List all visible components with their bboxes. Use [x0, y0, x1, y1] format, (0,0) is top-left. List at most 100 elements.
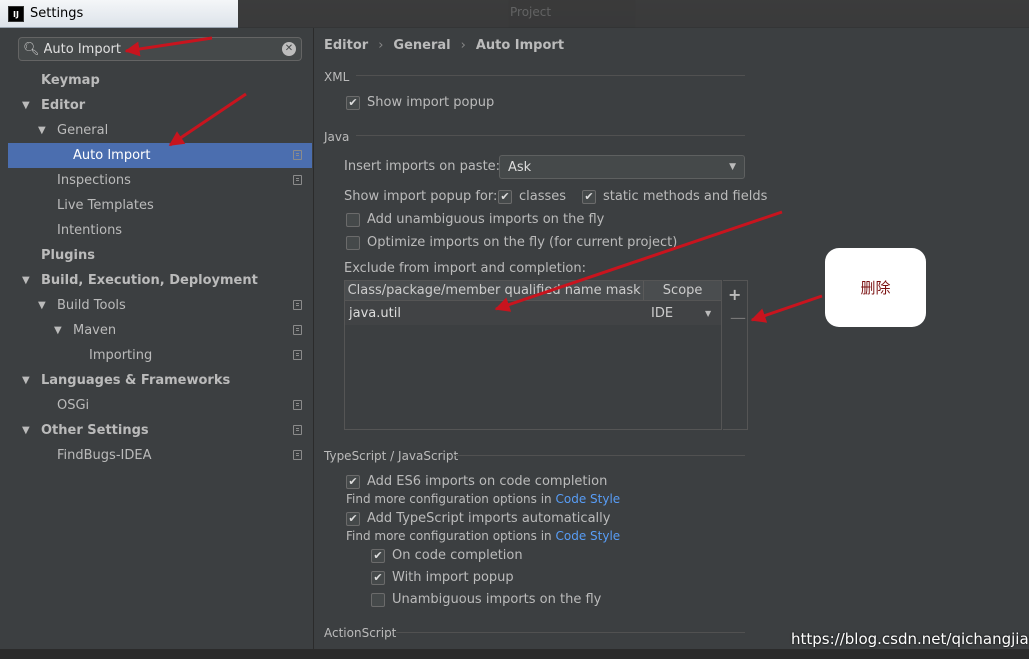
tree-item-label: Maven — [73, 323, 117, 338]
section-xml-title: XML — [324, 70, 350, 84]
checkbox-label: On code completion — [392, 548, 523, 563]
checkbox-checked-icon[interactable]: ✔ — [371, 570, 385, 585]
ts-auto-import-checkbox[interactable]: ✔ Add TypeScript imports automatically — [346, 511, 610, 526]
tree-item-label: FindBugs-IDEA — [57, 448, 152, 463]
tree-item-maven[interactable]: ▼ Maven — [8, 318, 312, 343]
code-style-link[interactable]: Code Style — [556, 492, 621, 506]
scope-dropdown-icon[interactable]: ▼ — [705, 309, 711, 318]
breadcrumb-editor: Editor — [324, 38, 369, 53]
java-unambiguous-checkbox[interactable]: Add unambiguous imports on the fly — [346, 212, 604, 227]
find-more-text: Find more configuration options in — [346, 492, 552, 506]
settings-content: Editor › General › Auto Import XML ✔ Sho… — [313, 28, 1029, 649]
tree-item-label: Languages & Frameworks — [41, 373, 231, 388]
checkbox-checked-icon[interactable]: ✔ — [371, 548, 385, 563]
title-bar: IJ Settings Project — [0, 0, 1029, 28]
breadcrumb-auto-import: Auto Import — [475, 38, 565, 53]
tree-item-languages-frameworks[interactable]: ▼ Languages & Frameworks — [8, 368, 312, 393]
search-icon[interactable]: 🔍︎ — [23, 42, 40, 57]
checkbox-checked-icon[interactable]: ✔ — [582, 189, 596, 204]
xml-show-import-popup[interactable]: ✔ Show import popup — [346, 95, 494, 110]
code-style-link[interactable]: Code Style — [556, 529, 621, 543]
project-settings-icon — [293, 300, 302, 310]
expand-arrow-icon[interactable]: ▼ — [22, 100, 34, 111]
breadcrumb-general: General — [393, 38, 451, 53]
tree-item-label: Plugins — [41, 248, 95, 263]
checkbox-unchecked-icon[interactable] — [371, 592, 385, 607]
table-row[interactable]: java.util IDE ▼ — [345, 301, 721, 325]
checkbox-checked-icon[interactable]: ✔ — [346, 95, 360, 110]
expand-arrow-icon[interactable]: ▼ — [22, 375, 34, 386]
insert-imports-select[interactable]: Ask ▼ — [499, 155, 745, 179]
expand-arrow-icon[interactable]: ▼ — [54, 325, 66, 336]
checkbox-unchecked-icon[interactable] — [346, 212, 360, 227]
find-more-row-1: Find more configuration options in Code … — [346, 492, 620, 506]
java-optimize-checkbox[interactable]: Optimize imports on the fly (for current… — [346, 235, 677, 250]
expand-arrow-icon[interactable]: ▼ — [22, 425, 34, 436]
ts-with-popup-checkbox[interactable]: ✔ With import popup — [371, 570, 514, 585]
ts-on-completion-checkbox[interactable]: ✔ On code completion — [371, 548, 523, 563]
popup-static-checkbox[interactable]: ✔ static methods and fields — [582, 189, 767, 204]
checkbox-label: Add ES6 imports on code completion — [367, 474, 608, 489]
tree-item-osgi[interactable]: OSGi — [8, 393, 312, 418]
tree-item-keymap[interactable]: Keymap — [8, 68, 312, 93]
row-name-cell[interactable]: java.util — [345, 306, 645, 321]
project-settings-icon — [293, 325, 302, 335]
add-icon[interactable]: + — [728, 285, 741, 304]
ts-es6-checkbox[interactable]: ✔ Add ES6 imports on code completion — [346, 474, 607, 489]
ts-unambiguous-checkbox[interactable]: Unambiguous imports on the fly — [371, 592, 601, 607]
tree-item-label: Build Tools — [57, 298, 126, 313]
checkbox-unchecked-icon[interactable] — [346, 235, 360, 250]
tree-item-build-tools[interactable]: ▼ Build Tools — [8, 293, 312, 318]
search-input[interactable] — [39, 41, 282, 57]
clear-search-icon[interactable]: ✕ — [282, 42, 296, 56]
settings-tree: Keymap ▼ Editor ▼ General Auto Import Inspecti… — [8, 68, 312, 468]
checkbox-checked-icon[interactable]: ✔ — [498, 189, 512, 204]
background-window: Project — [238, 0, 1029, 28]
tree-item-importing[interactable]: Importing — [8, 343, 312, 368]
tree-item-inspections[interactable]: Inspections — [8, 168, 312, 193]
tree-item-label: General — [57, 123, 109, 138]
checkbox-checked-icon[interactable]: ✔ — [346, 474, 360, 489]
tree-item-other-settings[interactable]: ▼ Other Settings — [8, 418, 312, 443]
checkbox-label: Add TypeScript imports automatically — [367, 511, 611, 526]
settings-search-box[interactable]: 🔍︎ ✕ — [18, 37, 302, 61]
tree-item-editor[interactable]: ▼ Editor — [8, 93, 312, 118]
checkbox-label: classes — [519, 189, 567, 204]
project-settings-icon — [293, 350, 302, 360]
popup-classes-checkbox[interactable]: ✔ classes — [498, 189, 566, 204]
tree-item-label: Editor — [41, 98, 86, 113]
annotation-bubble: 删除 — [825, 248, 926, 327]
tree-item-label: Auto Import — [73, 148, 151, 163]
project-settings-icon — [293, 450, 302, 460]
tree-item-intentions[interactable]: Intentions — [8, 218, 312, 243]
tree-item-label: Inspections — [57, 173, 131, 188]
tree-item-label: Other Settings — [41, 423, 149, 438]
tree-item-auto-import[interactable]: Auto Import — [8, 143, 312, 168]
checkbox-label: With import popup — [392, 570, 514, 585]
tree-item-live-templates[interactable]: Live Templates — [8, 193, 312, 218]
watermark: https://blog.csdn.net/qichangjian — [791, 630, 1029, 648]
column-header-scope[interactable]: Scope — [644, 281, 721, 300]
find-more-text: Find more configuration options in — [346, 529, 552, 543]
tree-item-findbugs-idea[interactable]: FindBugs-IDEA — [8, 443, 312, 468]
expand-arrow-icon[interactable]: ▼ — [22, 275, 34, 286]
tree-item-label: Intentions — [57, 223, 123, 238]
tree-item-build-execution-deployment[interactable]: ▼ Build, Execution, Deployment — [8, 268, 312, 293]
intellij-logo-icon: IJ — [8, 5, 24, 22]
tree-item-label: Build, Execution, Deployment — [41, 273, 258, 288]
checkbox-checked-icon[interactable]: ✔ — [346, 511, 360, 526]
exclude-label: Exclude from import and completion: — [344, 261, 586, 276]
section-divider — [454, 455, 745, 456]
expand-arrow-icon[interactable]: ▼ — [38, 300, 50, 311]
tree-item-plugins[interactable]: Plugins — [8, 243, 312, 268]
remove-icon[interactable]: — — [730, 308, 746, 327]
expand-arrow-icon[interactable]: ▼ — [38, 125, 50, 136]
tree-item-general[interactable]: ▼ General — [8, 118, 312, 143]
exclude-table[interactable]: Class/package/member qualified name mask… — [344, 280, 722, 430]
section-java-title: Java — [324, 130, 350, 144]
tree-item-label: OSGi — [57, 398, 90, 413]
show-popup-for-label: Show import popup for: — [344, 189, 498, 204]
column-header-mask[interactable]: Class/package/member qualified name mask — [345, 281, 645, 300]
row-scope-cell[interactable]: IDE — [645, 306, 705, 321]
checkbox-label: static methods and fields — [603, 189, 768, 204]
